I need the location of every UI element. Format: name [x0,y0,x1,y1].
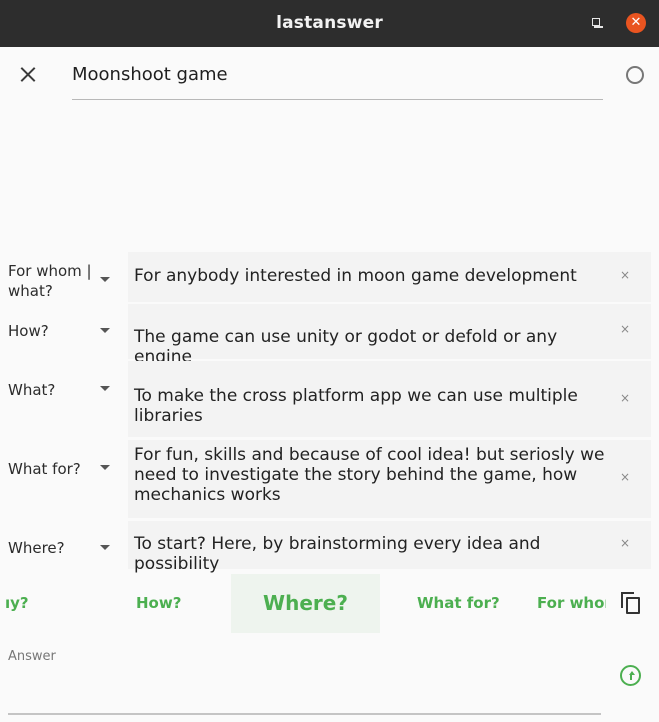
tab-for-whom[interactable]: For whom [537,574,606,633]
answer-text[interactable]: For fun, skills and because of cool idea… [128,440,651,518]
tab-why[interactable]: ıy? [5,574,29,633]
qa-row: How? The game can use unity or godot or … [0,304,659,367]
window-title: lastanswer [276,13,383,33]
question-label[interactable]: Where? [8,538,65,558]
tab-how[interactable]: How? [136,574,181,633]
qa-row: What for? For fun, skills and because of… [0,440,659,518]
caret-down-icon[interactable] [100,277,110,282]
window-titlebar: lastanswer ✕ [0,0,659,47]
qa-row: For whom | what? For anybody interested … [0,252,659,302]
circle-icon[interactable] [626,66,644,84]
remove-row-icon[interactable]: × [620,470,630,484]
tab-where[interactable]: Where? [231,574,380,633]
caret-down-icon[interactable] [100,386,110,391]
remove-row-icon[interactable]: × [620,536,630,550]
answer-text[interactable]: To make the cross platform app we can us… [128,361,651,437]
question-label[interactable]: What for? [8,459,81,479]
title-input[interactable]: Moonshoot game [72,64,603,100]
question-tabs: ıy? How? Where? What for? For whom [0,574,606,633]
send-icon[interactable] [620,665,641,686]
question-label[interactable]: For whom | what? [8,261,98,301]
maximize-icon[interactable] [592,18,600,26]
remove-row-icon[interactable]: × [620,322,630,336]
remove-row-icon[interactable]: × [620,268,630,282]
copy-icon[interactable] [621,592,641,614]
close-icon[interactable]: ✕ [626,13,646,33]
caret-down-icon[interactable] [100,465,110,470]
remove-row-icon[interactable]: × [620,391,630,405]
close-icon[interactable] [18,64,38,84]
qa-row: What? To make the cross platform app we … [0,361,659,437]
caret-down-icon[interactable] [100,545,110,550]
question-label[interactable]: What? [8,380,55,400]
answer-text[interactable]: For anybody interested in moon game deve… [128,252,651,302]
question-label[interactable]: How? [8,321,49,341]
answer-input[interactable] [8,713,601,715]
answer-text[interactable]: To start? Here, by brainstorming every i… [128,521,651,574]
tab-what-for[interactable]: What for? [417,574,500,633]
qa-row: Where? To start? Here, by brainstorming … [0,521,659,574]
answer-text[interactable]: The game can use unity or godot or defol… [128,304,651,367]
caret-down-icon[interactable] [100,328,110,333]
answer-field-label: Answer [8,649,56,664]
